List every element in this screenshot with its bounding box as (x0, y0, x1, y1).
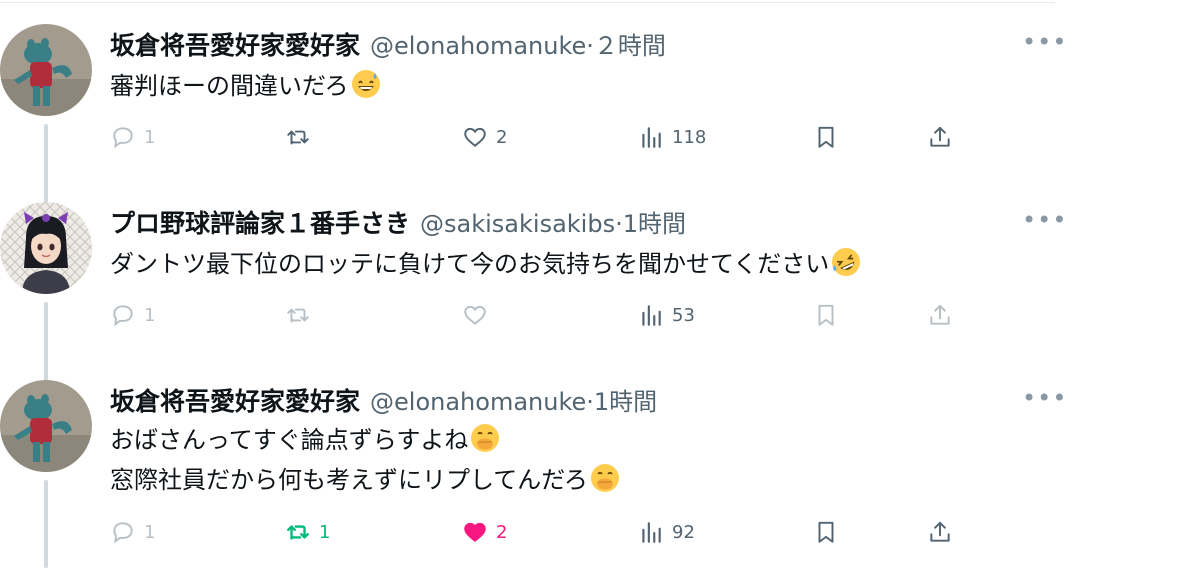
reply-icon (113, 305, 133, 327)
reply-count: 1 (144, 521, 156, 543)
view-count: 118 (672, 126, 707, 148)
tweet-text-line: ダントツ最下位のロッテに負けて今のお気持ちを聞かせてください (110, 244, 861, 284)
tweet-header: プロ野球評論家１番手さき @sakisakisakibs ·1時間 (110, 204, 686, 238)
retweet-button[interactable] (285, 117, 311, 157)
timestamp[interactable]: ·２時間 (586, 26, 666, 61)
share-icon (930, 126, 950, 147)
view-count: 53 (672, 304, 695, 326)
avatar-image (0, 202, 92, 294)
timestamp[interactable]: ·1時間 (615, 204, 686, 239)
like-icon (464, 305, 486, 325)
view-count: 92 (672, 521, 695, 543)
hand-over-mouth-emoji (471, 424, 500, 452)
reply-icon (113, 522, 133, 544)
bookmark-icon (818, 521, 834, 543)
tweet-actions: 1 53 (110, 295, 970, 335)
avatar-image (0, 380, 92, 472)
avatar[interactable] (0, 380, 92, 472)
more-icon[interactable]: ••• (1022, 28, 1067, 56)
display-name[interactable]: 坂倉将吾愛好家愛好家 (110, 382, 360, 418)
user-handle[interactable]: @sakisakisakibs (420, 210, 615, 238)
tweet-text-line: 窓際社員だから何も考えずにリプしてんだろ (110, 460, 620, 500)
tweet-text: おばさんってすぐ論点ずらすよね 窓際社員だから何も考えずにリプしてんだろ (110, 420, 620, 500)
reply-button[interactable]: 1 (110, 295, 155, 335)
views-icon (642, 522, 661, 543)
views-button[interactable]: 118 (638, 117, 706, 157)
reply-button[interactable]: 1 (110, 117, 155, 157)
bookmark-icon (818, 304, 834, 326)
display-name[interactable]: 坂倉将吾愛好家愛好家 (110, 26, 360, 62)
tweet-text-line: 審判ほーの間違いだろ (110, 66, 381, 106)
like-icon (464, 522, 486, 542)
tweet-header: 坂倉将吾愛好家愛好家 @elonahomanuke ·1時間 (110, 382, 657, 416)
tweet-text: ダントツ最下位のロッテに負けて今のお気持ちを聞かせてください (110, 244, 861, 284)
display-name[interactable]: プロ野球評論家１番手さき (110, 204, 410, 240)
reply-count: 1 (144, 304, 156, 326)
grinning-sweat-emoji (351, 70, 380, 98)
share-button[interactable] (927, 117, 953, 157)
tweet-text-line-content: ダントツ最下位のロッテに負けて今のお気持ちを聞かせてください (110, 250, 830, 278)
tweet[interactable]: プロ野球評論家１番手さき @sakisakisakibs ·1時間 ••• ダン… (0, 178, 1070, 368)
views-button[interactable]: 53 (638, 295, 695, 335)
views-icon (642, 305, 661, 326)
tweet-text-line-content: 審判ほーの間違いだろ (110, 72, 349, 100)
like-button[interactable] (462, 295, 488, 335)
tweet-header: 坂倉将吾愛好家愛好家 @elonahomanuke ·２時間 (110, 26, 666, 60)
tweet-text-line: おばさんってすぐ論点ずらすよね (110, 420, 620, 460)
user-handle[interactable]: @elonahomanuke (370, 388, 586, 416)
tweet-actions: 1 1 2 92 (110, 512, 970, 552)
share-button[interactable] (927, 512, 953, 552)
rofl-emoji (832, 248, 861, 276)
tweet-text-line-content: おばさんってすぐ論点ずらすよね (110, 426, 469, 454)
avatar[interactable] (0, 202, 92, 294)
tweet[interactable]: 坂倉将吾愛好家愛好家 @elonahomanuke ·1時間 ••• おばさんっ… (0, 356, 1070, 546)
retweet-icon (287, 130, 309, 145)
bookmark-icon (818, 126, 834, 148)
tweet-text: 審判ほーの間違いだろ (110, 66, 381, 106)
bookmark-button[interactable] (813, 117, 839, 157)
avatar-image (0, 24, 92, 116)
hand-over-mouth-emoji (590, 464, 619, 492)
retweet-icon (287, 308, 309, 323)
tweet-text-line-content: 窓際社員だから何も考えずにリプしてんだろ (110, 466, 588, 494)
tweet-actions: 1 2 118 (110, 117, 970, 157)
more-icon[interactable]: ••• (1022, 384, 1067, 412)
like-icon (464, 127, 486, 147)
more-icon[interactable]: ••• (1022, 206, 1067, 234)
user-handle[interactable]: @elonahomanuke (370, 32, 586, 60)
timestamp[interactable]: ·1時間 (586, 382, 657, 417)
tweet[interactable]: 坂倉将吾愛好家愛好家 @elonahomanuke ·２時間 ••• 審判ほーの… (0, 0, 1070, 190)
like-count: 2 (496, 521, 508, 543)
reply-button[interactable]: 1 (110, 512, 155, 552)
views-button[interactable]: 92 (638, 512, 695, 552)
like-button[interactable]: 2 (462, 512, 507, 552)
views-icon (642, 127, 661, 148)
bookmark-button[interactable] (813, 512, 839, 552)
retweet-button[interactable]: 1 (285, 512, 330, 552)
share-icon (930, 521, 950, 542)
share-button[interactable] (927, 295, 953, 335)
like-button[interactable]: 2 (462, 117, 507, 157)
like-count: 2 (496, 126, 508, 148)
reply-icon (113, 127, 133, 149)
retweet-count: 1 (319, 521, 331, 543)
reply-count: 1 (144, 126, 156, 148)
share-icon (930, 304, 950, 325)
bookmark-button[interactable] (813, 295, 839, 335)
retweet-button[interactable] (285, 295, 311, 335)
avatar[interactable] (0, 24, 92, 116)
retweet-icon (287, 525, 309, 540)
